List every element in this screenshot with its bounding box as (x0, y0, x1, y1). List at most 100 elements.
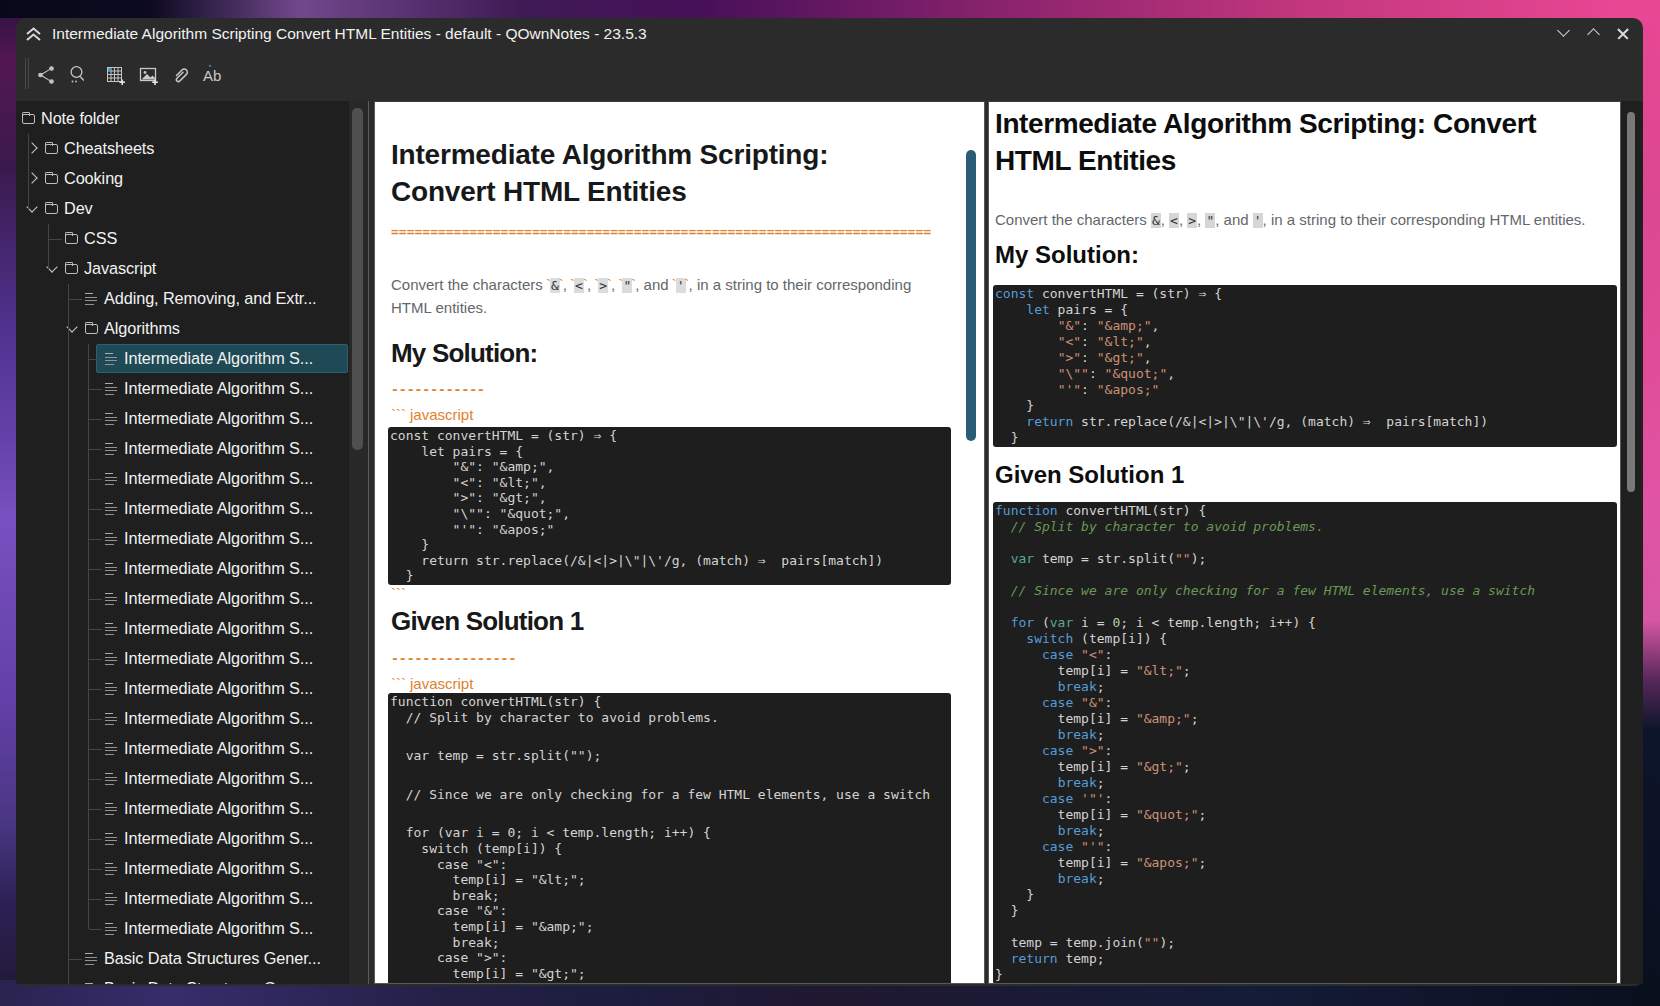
format-text-button[interactable]: Ab (202, 64, 224, 86)
collapse-window-icon[interactable] (25, 26, 41, 42)
chevron-down-icon (1557, 24, 1570, 37)
tree-item-intermediate-algorithm-s[interactable]: Intermediate Algorithm S... (16, 734, 349, 764)
tree-item-basic-data-structures-gener[interactable]: Basic Data Structures Gener... (16, 944, 349, 974)
preview-code-block-1: const convertHTML = (str) ⇒ { let pairs … (993, 285, 1617, 447)
tree-item-intermediate-algorithm-s[interactable]: Intermediate Algorithm S... (16, 854, 349, 884)
tree-guide-stub (89, 659, 102, 660)
window-title: Intermediate Algorithm Scripting Convert… (52, 25, 647, 43)
tree-item-label: Intermediate Algorithm S... (124, 889, 313, 908)
note-icon (105, 683, 117, 696)
tree-item-label: Basic Data Structures Gener... (104, 949, 321, 968)
tree-item-basic-data-structures-gener[interactable]: Basic Data Structures Gener... (16, 974, 349, 984)
tree-item-intermediate-algorithm-s[interactable]: Intermediate Algorithm S... (16, 764, 349, 794)
note-icon (105, 743, 117, 756)
tree-item-algorithms[interactable]: Algorithms (16, 314, 349, 344)
tree-item-label: Intermediate Algorithm S... (124, 769, 313, 788)
tree-item-intermediate-algorithm-s[interactable]: Intermediate Algorithm S... (16, 344, 349, 374)
tree-item-intermediate-algorithm-s[interactable]: Intermediate Algorithm S... (16, 494, 349, 524)
tree-guide-stub (89, 719, 102, 720)
sidebar-scrollbar-track[interactable] (349, 101, 369, 984)
tree-item-intermediate-algorithm-s[interactable]: Intermediate Algorithm S... (16, 704, 349, 734)
share-button[interactable] (36, 64, 58, 86)
tree-item-intermediate-algorithm-s[interactable]: Intermediate Algorithm S... (16, 644, 349, 674)
tree-guide-line (68, 284, 69, 984)
tree-guide-line (28, 134, 29, 209)
editor-title-line1: Intermediate Algorithm Scripting: (391, 139, 828, 171)
note-icon (85, 293, 97, 306)
tree-guide-stub (89, 749, 102, 750)
attach-file-button[interactable] (170, 64, 192, 86)
backtick: ` (631, 276, 636, 293)
tree-guide-stub (89, 839, 102, 840)
tree-item-label: Intermediate Algorithm S... (124, 349, 313, 368)
tree-item-intermediate-algorithm-s[interactable]: Intermediate Algorithm S... (16, 614, 349, 644)
tree-item-intermediate-algorithm-s[interactable]: Intermediate Algorithm S... (16, 434, 349, 464)
editor-fence-open-2: ```javascript (391, 675, 473, 692)
tree-item-css[interactable]: CSS (16, 224, 349, 254)
tree-item-intermediate-algorithm-s[interactable]: Intermediate Algorithm S... (16, 884, 349, 914)
editor-paragraph-line1: Convert the characters `&`, `<`, `>`, `"… (391, 276, 911, 293)
preview-scrollbar-track[interactable] (1621, 101, 1643, 984)
find-in-note-button[interactable] (67, 64, 89, 86)
tree-item-intermediate-algorithm-s[interactable]: Intermediate Algorithm S... (16, 824, 349, 854)
tree-item-intermediate-algorithm-s[interactable]: Intermediate Algorithm S... (16, 404, 349, 434)
tree-item-label: Intermediate Algorithm S... (124, 559, 313, 578)
tree-guide-stub (69, 959, 82, 960)
close-button[interactable] (1611, 22, 1635, 46)
insert-image-button[interactable] (137, 64, 159, 86)
tree-item-dev[interactable]: Dev (16, 194, 349, 224)
note-folder-tree[interactable]: Note folder Cheatsheets CookingDev CSS Javas… (16, 101, 369, 984)
tree-item-adding-removing-and-extr[interactable]: Adding, Removing, and Extr... (16, 284, 349, 314)
tree-item-intermediate-algorithm-s[interactable]: Intermediate Algorithm S... (16, 794, 349, 824)
tree-guide-stub (69, 299, 82, 300)
svg-text:Ab: Ab (203, 67, 221, 84)
tree-item-intermediate-algorithm-s[interactable]: Intermediate Algorithm S... (16, 674, 349, 704)
note-icon (105, 923, 117, 936)
tree-item-label: Intermediate Algorithm S... (124, 379, 313, 398)
tree-guide-stub (89, 479, 102, 480)
tree-item-label: Intermediate Algorithm S... (124, 619, 313, 638)
tree-item-intermediate-algorithm-s[interactable]: Intermediate Algorithm S... (16, 554, 349, 584)
tree-item-label: CSS (84, 229, 117, 248)
sidebar-scrollbar-handle[interactable] (352, 108, 363, 450)
tree-item-label: Note folder (41, 109, 120, 128)
note-preview[interactable]: Intermediate Algorithm Scripting: Conver… (988, 101, 1621, 984)
minimize-button[interactable] (1553, 22, 1577, 46)
tree-item-intermediate-algorithm-s[interactable]: Intermediate Algorithm S... (16, 464, 349, 494)
tree-item-note-folder[interactable]: Note folder (16, 104, 349, 134)
tree-item-label: Cheatsheets (64, 139, 154, 158)
folder-icon (45, 174, 58, 184)
tree-item-javascript[interactable]: Javascript (16, 254, 349, 284)
tree-item-intermediate-algorithm-s[interactable]: Intermediate Algorithm S... (16, 914, 349, 944)
tree-item-label: Intermediate Algorithm S... (124, 529, 313, 548)
markdown-editor[interactable]: Intermediate Algorithm Scripting: Conver… (374, 101, 985, 984)
tree-item-intermediate-algorithm-s[interactable]: Intermediate Algorithm S... (16, 374, 349, 404)
toolbar-drag-handle[interactable] (25, 58, 29, 89)
insert-table-button[interactable] (104, 64, 126, 86)
editor-scrollbar-handle[interactable] (966, 150, 976, 441)
tree-item-cheatsheets[interactable]: Cheatsheets (16, 134, 349, 164)
tree-guide-stub (89, 779, 102, 780)
note-icon (105, 593, 117, 606)
inline-code: " (1205, 213, 1215, 228)
note-icon (105, 833, 117, 846)
editor-heading-given-solution: Given Solution 1 (391, 606, 583, 637)
tree-item-label: Intermediate Algorithm S... (124, 739, 313, 758)
preview-scrollbar-handle[interactable] (1627, 112, 1635, 492)
maximize-button[interactable] (1583, 22, 1607, 46)
preview-paragraph: Convert the characters &, <, >, ", and '… (995, 211, 1586, 228)
tree-item-label: Basic Data Structures Gener... (104, 979, 321, 984)
preview-heading-my-solution: My Solution: (995, 241, 1139, 269)
tree-item-cooking[interactable]: Cooking (16, 164, 349, 194)
inline-code: < (1169, 213, 1179, 228)
editor-fence-open-1: ```javascript (391, 406, 473, 423)
folder-icon (45, 204, 58, 214)
tree-item-label: Intermediate Algorithm S... (124, 799, 313, 818)
tree-item-intermediate-algorithm-s[interactable]: Intermediate Algorithm S... (16, 524, 349, 554)
tree-guide-stub (89, 359, 102, 360)
tree-item-label: Intermediate Algorithm S... (124, 859, 313, 878)
tree-item-intermediate-algorithm-s[interactable]: Intermediate Algorithm S... (16, 584, 349, 614)
folder-icon (22, 114, 35, 124)
tree-guide-stub (89, 569, 102, 570)
backtick: ` (607, 276, 612, 293)
